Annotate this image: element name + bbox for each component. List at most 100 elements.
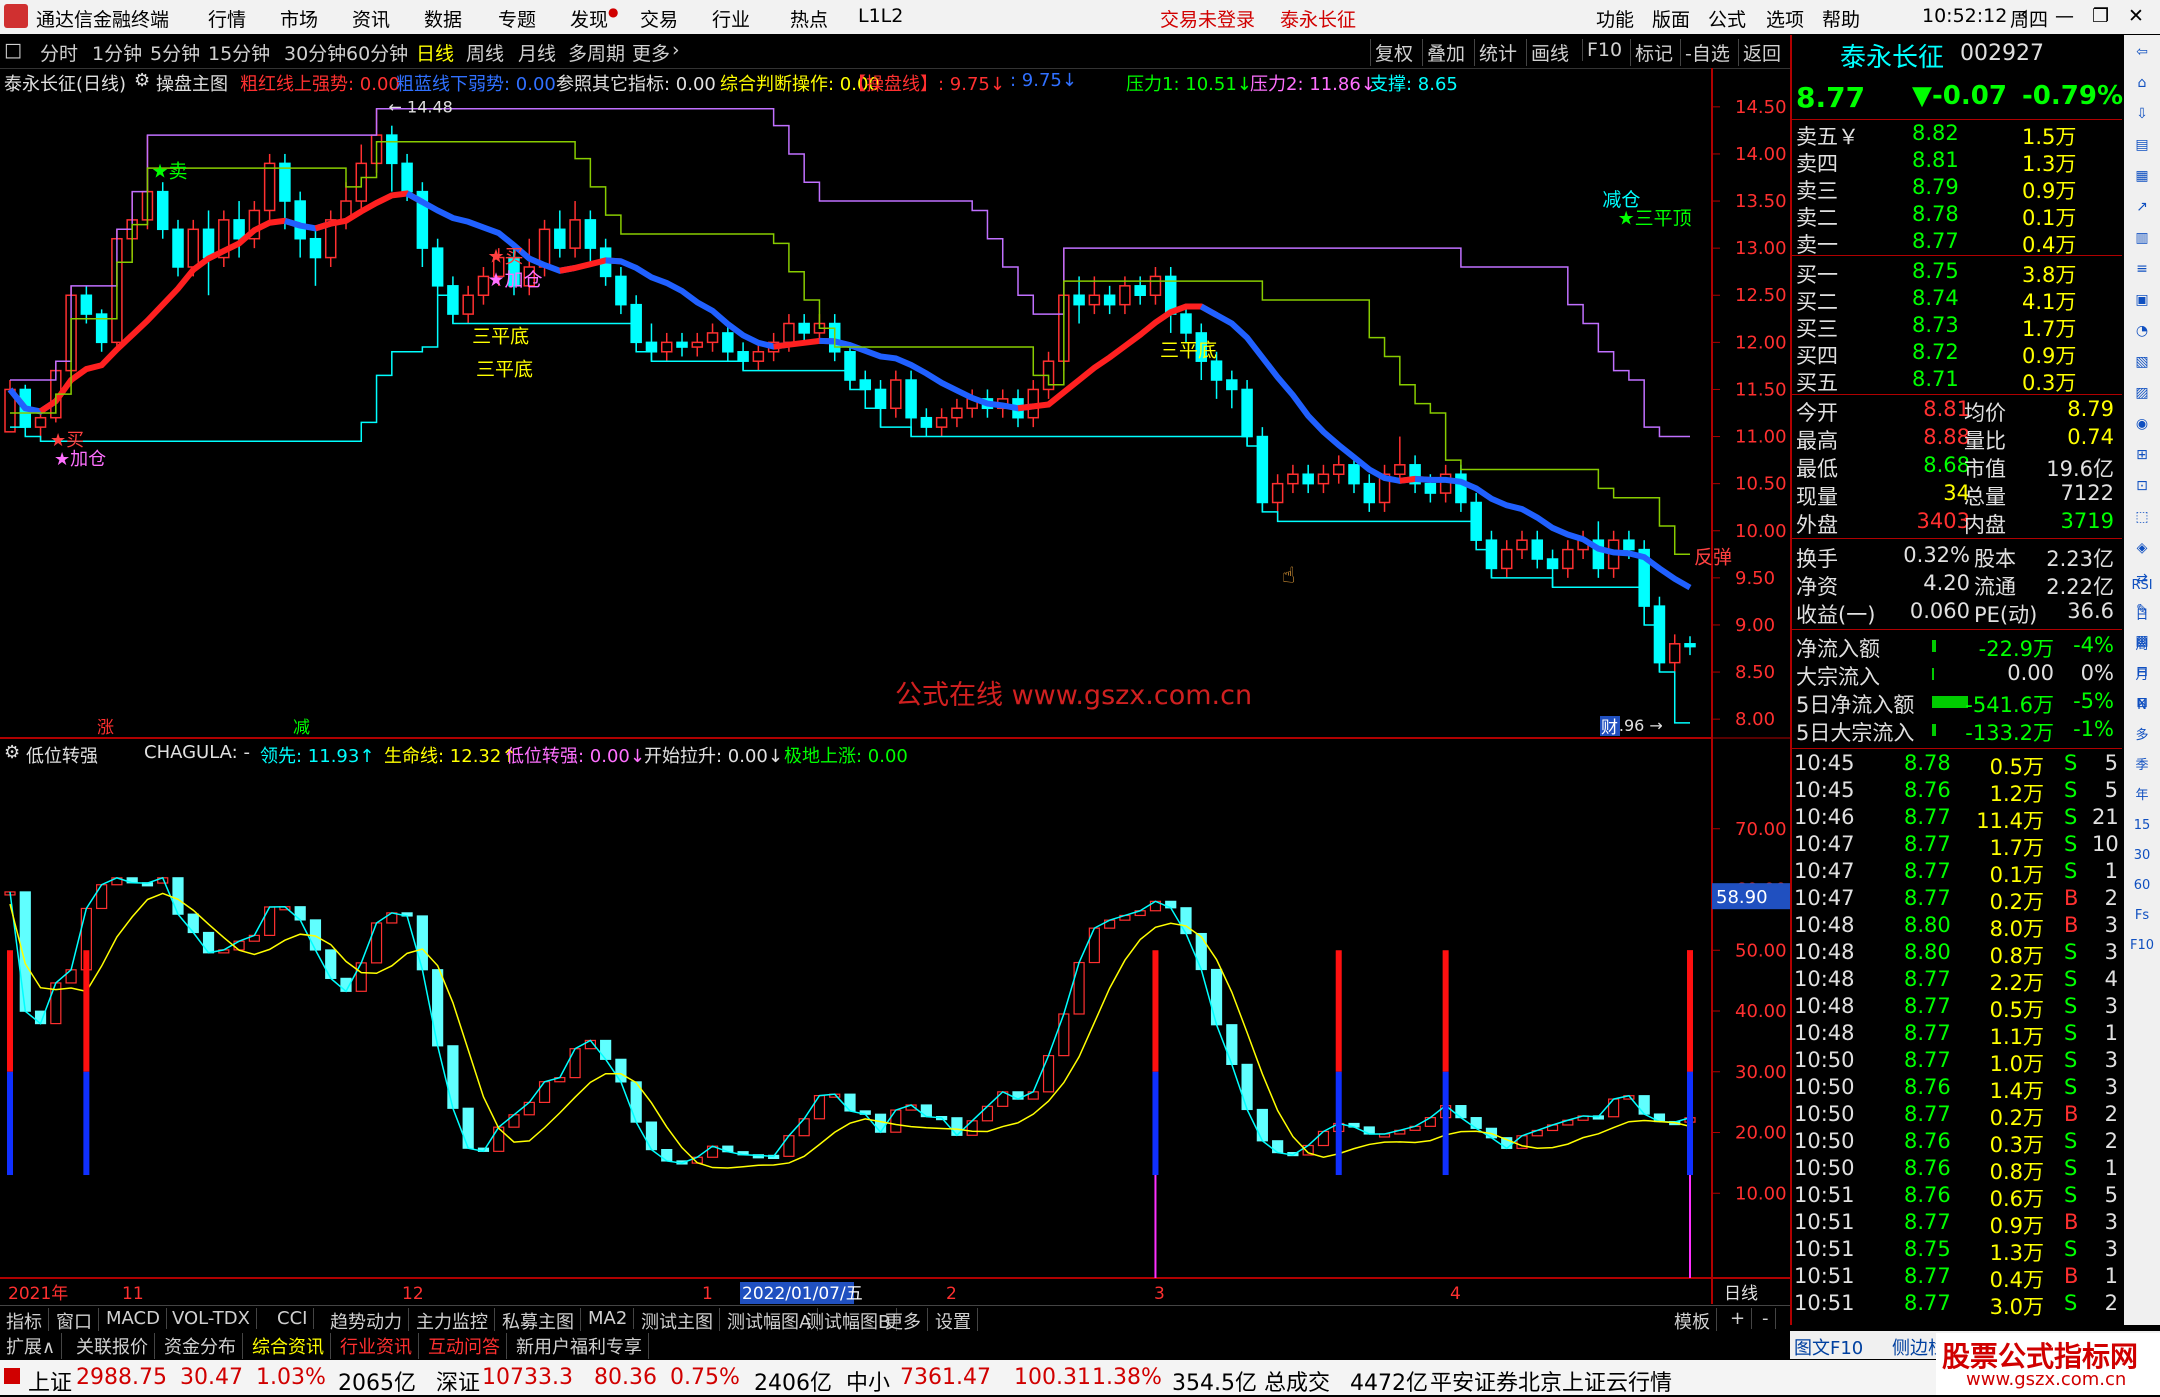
side-tool-icon[interactable]: ▨ (2130, 382, 2154, 404)
bid-level-price[interactable]: 8.75 (1912, 259, 1959, 283)
side-tool-icon[interactable]: ▥ (2130, 227, 2154, 249)
extension-tab-5[interactable]: 互动问答 (422, 1333, 507, 1359)
menu-4[interactable]: 专题 (498, 5, 536, 32)
extension-tab-6[interactable]: 新用户福利专享 (510, 1333, 649, 1359)
close-icon[interactable]: ✕ (2128, 5, 2144, 27)
ask-level-price[interactable]: 8.82 (1912, 121, 1959, 145)
menu-9[interactable]: L1L2 (858, 5, 903, 27)
chart-type-icon[interactable]: □ (4, 39, 22, 61)
menu-3[interactable]: 数据 (424, 5, 462, 32)
side-period-icon[interactable]: 月 (2130, 665, 2154, 687)
bid-level-price[interactable]: 8.72 (1912, 340, 1959, 364)
side-period-icon[interactable]: 60 (2130, 875, 2154, 897)
indicator-tab-3[interactable]: VOL-TDX (166, 1308, 257, 1329)
side-tool-icon[interactable]: ▣ (2130, 289, 2154, 311)
extension-tab-4[interactable]: 行业资讯 (334, 1333, 419, 1359)
ask-level-price[interactable]: 8.79 (1912, 175, 1959, 199)
period-9[interactable]: 多周期 (568, 39, 625, 66)
right-tab-0[interactable]: 图文F10 (1794, 1334, 1863, 1360)
tool-6[interactable]: -自选 (1680, 39, 1730, 66)
minimize-icon[interactable]: — (2055, 5, 2074, 27)
menu-1[interactable]: 市场 (280, 5, 318, 32)
tool-3[interactable]: 画线 (1526, 39, 1569, 66)
period-3[interactable]: 15分钟 (208, 39, 270, 66)
side-tool-icon[interactable]: ↗ (2130, 196, 2154, 218)
side-period-icon[interactable]: 周 (2130, 635, 2154, 657)
period-8[interactable]: 月线 (518, 39, 556, 66)
side-tool-icon[interactable]: ⬚ (2130, 506, 2154, 528)
side-period-icon[interactable]: 多 (2130, 725, 2154, 747)
bid-level-price[interactable]: 8.71 (1912, 367, 1959, 391)
back-icon[interactable]: ‹ (2020, 2, 2029, 27)
extension-tab-2[interactable]: 资金分布 (158, 1333, 243, 1359)
side-period-icon[interactable]: 30 (2130, 845, 2154, 867)
extension-tab-0[interactable]: 扩展∧ (0, 1333, 63, 1359)
period-4[interactable]: 30分钟 (284, 39, 346, 66)
side-period-icon[interactable]: 15 (2130, 815, 2154, 837)
bid-level-price[interactable]: 8.73 (1912, 313, 1959, 337)
login-status[interactable]: 交易未登录 (1160, 5, 1255, 32)
right-menu-0[interactable]: 功能 (1596, 5, 1634, 32)
menu-8[interactable]: 热点 (790, 5, 828, 32)
side-tool-icon[interactable]: ⌂ (2130, 72, 2154, 94)
side-period-icon[interactable]: F10 (2130, 935, 2154, 957)
side-period-icon[interactable]: 日 (2130, 605, 2154, 627)
side-tool-icon[interactable]: ▦ (2130, 165, 2154, 187)
side-tool-icon[interactable]: ◉ (2130, 413, 2154, 435)
menu-2[interactable]: 资讯 (352, 5, 390, 32)
settings-icon[interactable]: ⚙ (4, 742, 20, 763)
period-5[interactable]: 60分钟 (346, 39, 408, 66)
tool-0[interactable]: 复权 (1370, 39, 1413, 66)
chart-area[interactable]: 14.50 14.00 13.50 13.00 12.50 12.00 11.50 11.00… (0, 68, 1790, 1304)
tool-2[interactable]: 统计 (1474, 39, 1517, 66)
ask-level-price[interactable]: 8.77 (1912, 229, 1959, 253)
right-menu-1[interactable]: 版面 (1652, 5, 1690, 32)
side-tool-icon[interactable]: ⊞ (2130, 444, 2154, 466)
period-2[interactable]: 5分钟 (150, 39, 200, 66)
menu-6[interactable]: 交易 (640, 5, 678, 32)
tool-4[interactable]: F10 (1582, 39, 1622, 61)
side-period-icon[interactable]: Fs (2130, 905, 2154, 927)
settings-icon[interactable]: ⚙ (134, 70, 150, 91)
more-chevron-icon[interactable]: › (672, 39, 680, 61)
extension-tab-1[interactable]: 关联报价 (70, 1333, 155, 1359)
sub-chart-name[interactable]: 低位转强 (26, 742, 98, 768)
period-6[interactable]: 日线 (416, 39, 454, 66)
tool-7[interactable]: 返回 (1738, 39, 1781, 66)
menu-0[interactable]: 行情 (208, 5, 246, 32)
template-tab-1[interactable]: + (1724, 1308, 1753, 1329)
indicator-tab-2[interactable]: MACD (100, 1308, 167, 1329)
ask-level-price[interactable]: 8.81 (1912, 148, 1959, 172)
side-tool-icon[interactable]: ≡ (2130, 258, 2154, 280)
period-0[interactable]: 分时 (40, 39, 78, 66)
side-period-icon[interactable]: 季 (2130, 755, 2154, 777)
period-7[interactable]: 周线 (466, 39, 504, 66)
right-menu-4[interactable]: 帮助 (1822, 5, 1860, 32)
right-menu-3[interactable]: 选项 (1766, 5, 1804, 32)
period-10[interactable]: 更多 (632, 39, 670, 66)
side-tool-icon[interactable]: ⊡ (2130, 475, 2154, 497)
side-tool-icon[interactable]: ◈ (2130, 537, 2154, 559)
main-chart-indicator[interactable]: 操盘主图 (156, 70, 228, 96)
indicator-tab-4[interactable]: CCI (271, 1308, 315, 1329)
right-menu-2[interactable]: 公式 (1708, 5, 1746, 32)
side-tool-icon[interactable]: ▤ (2130, 134, 2154, 156)
side-tool-icon[interactable]: ⇩ (2130, 103, 2154, 125)
menu-7[interactable]: 行业 (712, 5, 750, 32)
side-period-icon[interactable]: 年 (2130, 785, 2154, 807)
bid-level-price[interactable]: 8.74 (1912, 286, 1959, 310)
template-tab-2[interactable]: - (1756, 1308, 1776, 1329)
side-tool-icon[interactable]: ▧ (2130, 351, 2154, 373)
maximize-icon[interactable]: ❐ (2092, 5, 2109, 27)
side-tool-icon[interactable]: ◔ (2130, 320, 2154, 342)
ask-level-price[interactable]: 8.78 (1912, 202, 1959, 226)
side-tool-icon[interactable]: ⇦ (2130, 41, 2154, 63)
menu-5[interactable]: 发现● (570, 5, 619, 32)
extension-tab-3[interactable]: 综合资讯 (246, 1333, 331, 1359)
indicator-tab-8[interactable]: MA2 (582, 1308, 635, 1329)
tool-1[interactable]: 叠加 (1422, 39, 1465, 66)
tool-5[interactable]: 标记 (1630, 39, 1673, 66)
side-period-icon[interactable]: N (2130, 695, 2154, 717)
side-period-icon[interactable]: RSI (2130, 575, 2154, 597)
period-1[interactable]: 1分钟 (92, 39, 142, 66)
